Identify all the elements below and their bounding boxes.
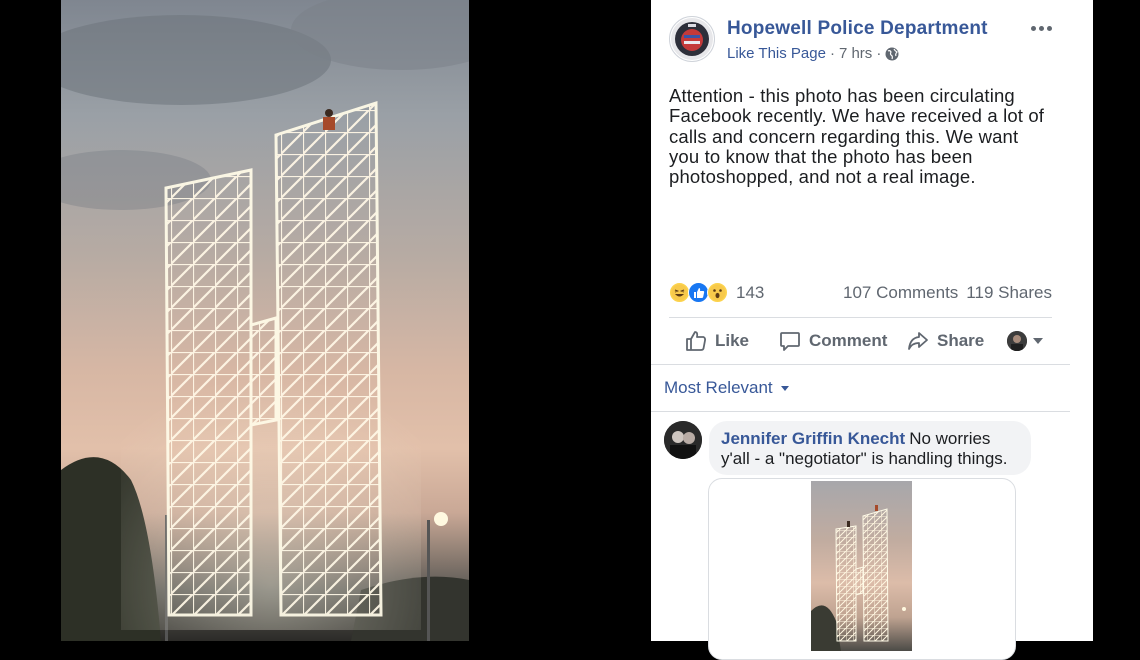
more-icon[interactable] (1029, 16, 1053, 40)
comment-author-link[interactable]: Jennifer Griffin Knecht (721, 429, 905, 448)
post-text: Attention - this photo has been circulat… (669, 85, 1045, 188)
divider (669, 317, 1052, 318)
reactions-summary[interactable]: 143 (669, 282, 764, 303)
post-photo[interactable] (61, 0, 469, 641)
comment-bubble: Jennifer Griffin Knecht No worries y'all … (709, 421, 1031, 475)
caret-down-icon (780, 385, 789, 391)
like-label: Like (715, 331, 750, 350)
reaction-count: 143 (736, 282, 765, 302)
comment-icon (780, 332, 800, 351)
meta-separator: · (829, 45, 835, 62)
globe-icon (885, 47, 899, 60)
wow-reaction-icon (707, 282, 728, 303)
engagement-counts: 107 Comments 119 Shares (843, 283, 1052, 303)
police-badge-icon (671, 18, 713, 60)
like-reaction-icon (688, 282, 709, 303)
commenter-avatar[interactable] (664, 421, 702, 459)
haha-reaction-icon (669, 282, 690, 303)
caret-down-icon (1033, 338, 1043, 344)
attachment-image (811, 481, 912, 651)
page-name-link[interactable]: Hopewell Police Department (727, 18, 988, 40)
comment-button[interactable]: Comment (779, 320, 887, 362)
like-page-link[interactable]: Like This Page (727, 45, 826, 62)
share-icon (908, 332, 928, 350)
sort-label: Most Relevant (664, 378, 773, 397)
share-button[interactable]: Share (907, 320, 984, 362)
like-button[interactable]: Like (685, 320, 749, 362)
audience-selector[interactable] (1007, 320, 1043, 362)
comments-count-link[interactable]: 107 Comments (843, 283, 958, 303)
post-meta: Like This Page · 7 hrs · (727, 45, 899, 62)
divider (651, 411, 1070, 412)
shares-count-link[interactable]: 119 Shares (966, 283, 1052, 303)
facebook-post: Hopewell Police Department Like This Pag… (651, 0, 1093, 660)
meta-separator-2: · (876, 45, 882, 62)
comment-sort-dropdown[interactable]: Most Relevant (664, 378, 789, 398)
comment-label: Comment (809, 331, 888, 350)
h-structure-image (61, 0, 469, 641)
divider (651, 364, 1070, 365)
post-timestamp[interactable]: 7 hrs (839, 45, 872, 62)
thumbs-up-icon (686, 331, 706, 351)
comment-attachment[interactable] (708, 478, 1016, 660)
share-label: Share (937, 331, 985, 350)
action-bar: Like Comment Share (669, 320, 1052, 362)
avatar (1007, 331, 1027, 351)
page-avatar[interactable] (669, 16, 715, 62)
